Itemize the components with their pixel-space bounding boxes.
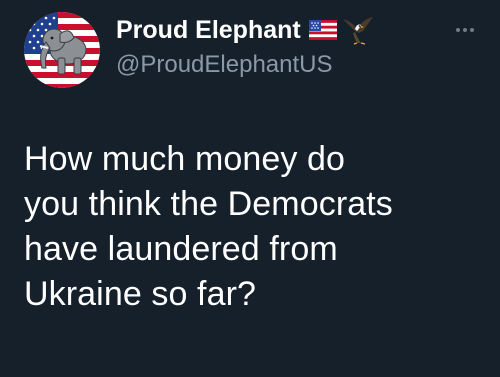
more-options-button[interactable]	[450, 20, 480, 40]
tweet-header: Proud Elephant @ProudElephantUS	[116, 13, 440, 81]
us-flag-icon	[308, 20, 337, 40]
elephant-flag-avatar-icon	[24, 12, 100, 88]
more-dots-icon	[456, 28, 474, 32]
author-display-name[interactable]: Proud Elephant	[116, 13, 301, 47]
eagle-icon	[341, 15, 375, 45]
author-handle[interactable]: @ProudElephantUS	[116, 49, 440, 81]
tweet-text: How much money do you think the Democrat…	[24, 140, 393, 313]
author-avatar[interactable]	[24, 12, 100, 88]
name-row: Proud Elephant	[116, 13, 440, 47]
tweet-card: Proud Elephant @ProudElephantUS How much…	[0, 0, 500, 377]
